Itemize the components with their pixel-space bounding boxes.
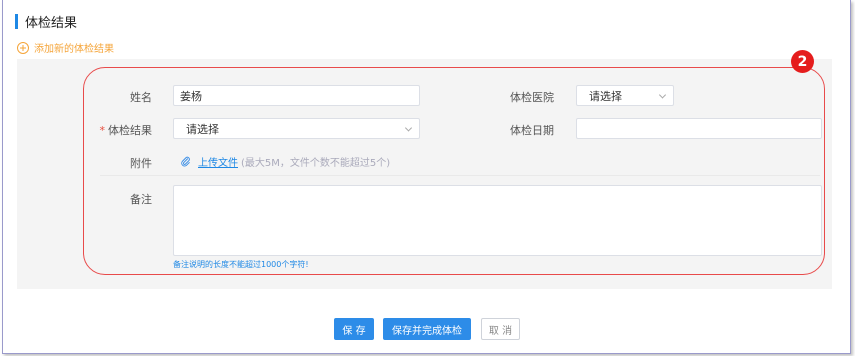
add-new-result-link[interactable]: 添加新的体检结果 — [17, 40, 114, 55]
hospital-value: 请选择 — [589, 89, 622, 103]
required-mark: * — [99, 124, 106, 137]
chevron-down-icon — [658, 90, 667, 99]
save-and-complete-button[interactable]: 保存并完成体检 — [383, 318, 471, 340]
date-input[interactable] — [576, 118, 822, 139]
remark-textarea[interactable] — [173, 185, 822, 256]
paperclip-icon — [181, 156, 190, 167]
add-new-result-label: 添加新的体检结果 — [34, 44, 114, 55]
save-button[interactable]: 保 存 — [334, 318, 374, 340]
attachment-row: 上传文件 (最大5M，文件个数不能超过5个) — [180, 154, 390, 169]
remark-label: 备注 — [130, 193, 152, 206]
result-value: 请选择 — [186, 122, 219, 136]
divider — [100, 175, 820, 176]
cancel-button[interactable]: 取 消 — [481, 318, 520, 340]
date-label: 体检日期 — [510, 124, 554, 137]
name-value: 姜杨 — [180, 89, 202, 103]
upload-file-link[interactable]: 上传文件 — [198, 154, 238, 169]
upload-hint: (最大5M，文件个数不能超过5个) — [241, 158, 391, 169]
hospital-select[interactable]: 请选择 — [576, 85, 674, 106]
chevron-down-icon — [404, 123, 413, 132]
remark-hint: 备注说明的长度不能超过1000个字符! — [173, 260, 309, 269]
result-label-text: 体检结果 — [108, 124, 152, 137]
section-accent-bar — [15, 13, 18, 29]
result-label: * 体检结果 — [82, 122, 153, 138]
section-title: 体检结果 — [25, 15, 78, 31]
result-select[interactable]: 请选择 — [173, 118, 420, 139]
name-input[interactable]: 姜杨 — [173, 85, 420, 106]
hospital-label: 体检医院 — [510, 91, 554, 104]
attachment-label: 附件 — [130, 157, 152, 170]
name-label: 姓名 — [130, 91, 152, 104]
annotation-badge: 2 — [791, 50, 814, 73]
section-header: 体检结果 — [15, 12, 78, 31]
plus-circle-icon — [17, 41, 29, 54]
